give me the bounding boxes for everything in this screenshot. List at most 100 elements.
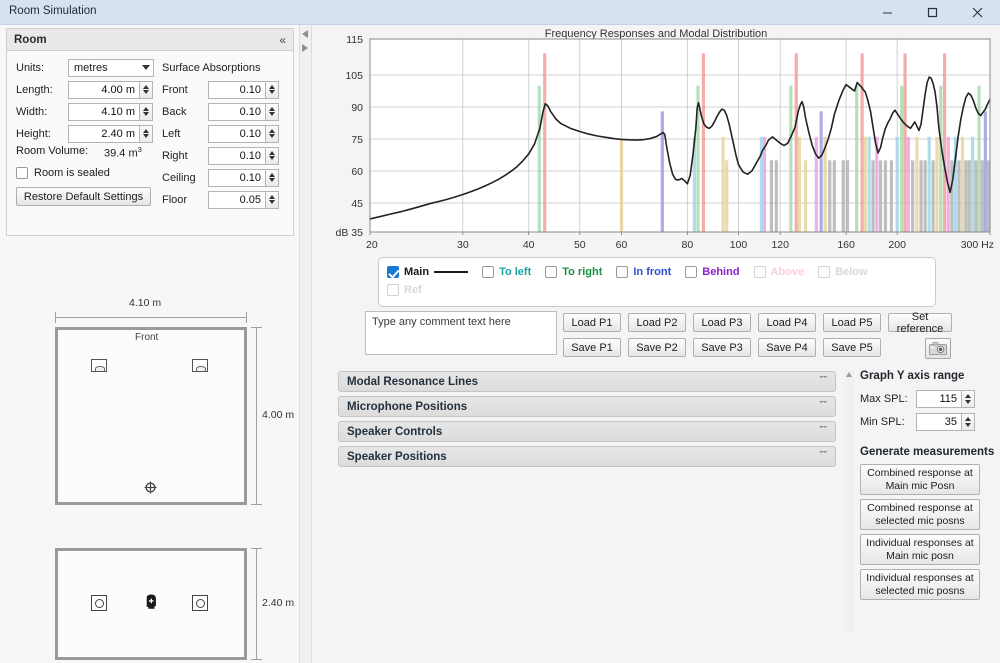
chevron-up-icon[interactable]: « bbox=[279, 34, 286, 46]
surface-absorptions-title: Surface Absorptions bbox=[162, 61, 261, 74]
legend-checkbox-to-left[interactable] bbox=[482, 266, 495, 278]
min-spl-stepper[interactable] bbox=[962, 413, 975, 431]
section-speaker-controls[interactable]: Speaker Controls ˇˇ bbox=[338, 421, 836, 442]
load-preset-2-button[interactable]: Load P2 bbox=[628, 313, 686, 332]
length-input[interactable]: 4.00 m bbox=[68, 80, 140, 99]
height-input[interactable]: 2.40 m bbox=[68, 124, 140, 143]
legend-checkbox-in-front[interactable] bbox=[616, 266, 629, 278]
left-absorption-stepper[interactable] bbox=[266, 124, 279, 143]
legend-item-to-left[interactable]: To left bbox=[482, 266, 531, 278]
min-spl-input[interactable]: 35 bbox=[916, 413, 962, 431]
comment-input[interactable]: Type any comment text here bbox=[365, 311, 557, 355]
back-absorption-stepper[interactable] bbox=[266, 102, 279, 121]
chevron-double-down-icon[interactable]: ˇˇ bbox=[820, 426, 827, 437]
section-modal-resonance-lines[interactable]: Modal Resonance Lines ˇˇ bbox=[338, 371, 836, 392]
load-preset-3-button[interactable]: Load P3 bbox=[693, 313, 751, 332]
legend-item-behind[interactable]: Behind bbox=[685, 266, 740, 278]
generate-button-4[interactable]: Individual responses at selected mic posn… bbox=[860, 569, 980, 600]
close-button[interactable] bbox=[955, 0, 1000, 25]
chart-plot-area[interactable]: dB 35 45 60 75 90 105 115 20 30 40 50 60 80 100 120 160… bbox=[312, 26, 1000, 258]
elevation-view-diagram[interactable]: 2.40 m 4.10 m bbox=[0, 540, 300, 663]
load-preset-5-button[interactable]: Load P5 bbox=[823, 313, 881, 332]
legend-line-swatch bbox=[434, 271, 469, 273]
sidebar-scrollbar[interactable] bbox=[845, 371, 854, 631]
right-absorption-input[interactable]: 0.10 bbox=[208, 146, 266, 165]
section-microphone-positions[interactable]: Microphone Positions ˇˇ bbox=[338, 396, 836, 417]
front-label: Front bbox=[162, 83, 188, 96]
room-sealed-row[interactable]: Room is sealed bbox=[16, 167, 110, 179]
width-stepper[interactable] bbox=[140, 102, 153, 121]
section-speaker-positions[interactable]: Speaker Positions ˇˇ bbox=[338, 446, 836, 467]
length-value: 4.00 m bbox=[101, 83, 135, 96]
save-preset-1-button[interactable]: Save P1 bbox=[563, 338, 621, 357]
save-preset-2-button[interactable]: Save P2 bbox=[628, 338, 686, 357]
left-absorption-input[interactable]: 0.10 bbox=[208, 124, 266, 143]
legend-item-below[interactable]: Below bbox=[818, 266, 868, 278]
panel-splitter[interactable] bbox=[300, 25, 312, 663]
legend-checkbox-behind[interactable] bbox=[685, 266, 698, 278]
legend-checkbox-ref[interactable] bbox=[387, 284, 399, 296]
listener-head-icon[interactable] bbox=[143, 594, 160, 611]
legend-checkbox-below[interactable] bbox=[818, 266, 831, 278]
back-absorption-value: 0.10 bbox=[239, 105, 261, 118]
room-group-header[interactable]: Room « bbox=[7, 29, 293, 51]
legend-item-to-right[interactable]: To right bbox=[545, 266, 602, 278]
splitter-expand-right-icon[interactable] bbox=[302, 44, 308, 52]
speaker-left-elevation[interactable] bbox=[91, 595, 107, 611]
speaker-left-plan[interactable] bbox=[91, 359, 107, 372]
max-spl-input[interactable]: 115 bbox=[916, 390, 962, 408]
legend-checkbox-to-right[interactable] bbox=[545, 266, 558, 278]
front-absorption-input[interactable]: 0.10 bbox=[208, 80, 266, 99]
absorption-row-right: Right 0.10 bbox=[162, 145, 292, 166]
floor-absorption-stepper[interactable] bbox=[266, 190, 279, 209]
legend-item-above[interactable]: Above bbox=[753, 266, 804, 278]
splitter-collapse-left-icon[interactable] bbox=[302, 30, 308, 38]
scroll-up-icon[interactable] bbox=[846, 372, 852, 377]
svg-text:20: 20 bbox=[366, 239, 378, 251]
capture-screenshot-button[interactable] bbox=[925, 338, 951, 359]
svg-text:115: 115 bbox=[346, 34, 363, 46]
height-stepper[interactable] bbox=[140, 124, 153, 143]
max-spl-stepper[interactable] bbox=[962, 390, 975, 408]
save-preset-5-button[interactable]: Save P5 bbox=[823, 338, 881, 357]
floor-label: Floor bbox=[162, 193, 188, 206]
room-sealed-checkbox[interactable] bbox=[16, 167, 28, 179]
legend-item-in-front[interactable]: In front bbox=[616, 266, 671, 278]
speaker-right-plan[interactable] bbox=[192, 359, 208, 372]
maximize-button[interactable] bbox=[910, 0, 955, 25]
length-stepper[interactable] bbox=[140, 80, 153, 99]
floor-absorption-input[interactable]: 0.05 bbox=[208, 190, 266, 209]
units-select[interactable]: metres bbox=[68, 58, 154, 77]
load-preset-1-button[interactable]: Load P1 bbox=[563, 313, 621, 332]
ceiling-absorption-input[interactable]: 0.10 bbox=[208, 168, 266, 187]
generate-button-2[interactable]: Combined response at selected mic posns bbox=[860, 499, 980, 530]
elevation-height-label: 2.40 m bbox=[262, 597, 295, 609]
legend-checkbox-above[interactable] bbox=[753, 266, 766, 278]
mic-position-plan[interactable] bbox=[144, 481, 157, 494]
svg-text:120: 120 bbox=[771, 239, 789, 251]
restore-defaults-button[interactable]: Restore Default Settings bbox=[16, 187, 151, 206]
chevron-double-down-icon[interactable]: ˇˇ bbox=[820, 376, 827, 387]
load-preset-4-button[interactable]: Load P4 bbox=[758, 313, 816, 332]
save-preset-4-button[interactable]: Save P4 bbox=[758, 338, 816, 357]
set-reference-button[interactable]: Set reference bbox=[888, 311, 952, 335]
save-preset-3-button[interactable]: Save P3 bbox=[693, 338, 751, 357]
right-absorption-stepper[interactable] bbox=[266, 146, 279, 165]
frequency-response-chart[interactable]: Frequency Responses and Modal Distributi… bbox=[312, 26, 1000, 258]
legend-item-main[interactable]: Main bbox=[387, 266, 469, 278]
legend-checkbox-main[interactable] bbox=[387, 266, 399, 278]
legend-item-ref[interactable]: Ref bbox=[387, 284, 422, 296]
back-absorption-input[interactable]: 0.10 bbox=[208, 102, 266, 121]
chart-legend[interactable]: Main To left To right In front Behind Above Be… bbox=[378, 257, 936, 307]
front-absorption-stepper[interactable] bbox=[266, 80, 279, 99]
chevron-double-down-icon[interactable]: ˇˇ bbox=[820, 401, 827, 412]
generate-button-3[interactable]: Individual responses at Main mic posn bbox=[860, 534, 980, 565]
width-input[interactable]: 4.10 m bbox=[68, 102, 140, 121]
plan-view-diagram[interactable]: 4.10 m Front 4.00 m bbox=[0, 295, 300, 535]
generate-button-1[interactable]: Combined response at Main mic Posn bbox=[860, 464, 980, 495]
chevron-double-down-icon[interactable]: ˇˇ bbox=[820, 451, 827, 462]
front-wall-label: Front bbox=[135, 332, 159, 343]
speaker-right-elevation[interactable] bbox=[192, 595, 208, 611]
minimize-button[interactable] bbox=[865, 0, 910, 25]
ceiling-absorption-stepper[interactable] bbox=[266, 168, 279, 187]
